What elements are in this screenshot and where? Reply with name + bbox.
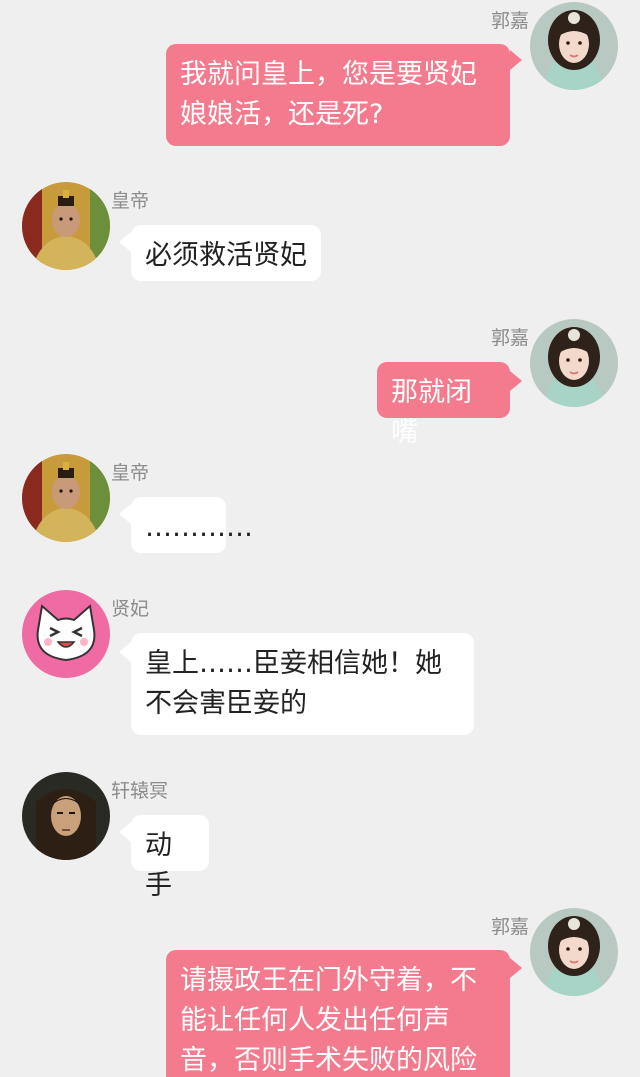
guojia-avatar[interactable] [530, 319, 618, 407]
sender-name: 郭嘉 [490, 916, 529, 938]
message-bubble[interactable]: 必须救活贤妃 [131, 225, 321, 281]
emperor-avatar[interactable] [22, 182, 110, 270]
sender-name: 贤妃 [111, 598, 150, 620]
message-text: 必须救活贤妃 [145, 240, 307, 271]
message-text: ………… [145, 512, 253, 543]
message-text: 动手 [145, 830, 172, 901]
sender-name: 郭嘉 [490, 10, 529, 32]
bubble-tail [510, 50, 522, 70]
sender-name: 轩辕冥 [111, 780, 169, 802]
bubble-tail [119, 504, 131, 524]
bubble-tail [119, 822, 131, 842]
message-bubble[interactable]: 那就闭嘴 [377, 362, 510, 448]
guojia-avatar[interactable] [530, 908, 618, 996]
message-text: 那就闭嘴 [391, 377, 472, 448]
message-bubble[interactable]: ………… [131, 497, 253, 553]
sender-name: 皇帝 [111, 190, 150, 212]
message-text: 我就问皇上，您是要贤妃娘娘活，还是死? [180, 59, 477, 130]
message-bubble[interactable]: 皇上……臣妾相信她！她不会害臣妾的 [131, 633, 474, 735]
bubble-tail [119, 642, 131, 662]
bubble-tail [510, 958, 522, 978]
bubble-tail [510, 371, 522, 391]
message-text: 皇上……臣妾相信她！她不会害臣妾的 [145, 648, 442, 719]
chat-area[interactable]: 郭嘉 我就问皇上，您是要贤妃娘娘活，还是死? 皇帝 必须救活贤妃 郭嘉 那就闭嘴… [0, 0, 640, 1077]
message-text: 请摄政王在门外守着，不能让任何人发出任何声音，否则手术失败的风险 [180, 965, 477, 1076]
xianfei-avatar[interactable] [22, 590, 110, 678]
guojia-avatar[interactable] [530, 2, 618, 90]
emperor-avatar[interactable] [22, 454, 110, 542]
sender-name: 郭嘉 [490, 327, 529, 349]
message-bubble[interactable]: 我就问皇上，您是要贤妃娘娘活，还是死? [166, 44, 510, 146]
xuanyuanming-avatar[interactable] [22, 772, 110, 860]
message-bubble[interactable]: 动手 [131, 815, 209, 901]
message-bubble[interactable]: 请摄政王在门外守着，不能让任何人发出任何声音，否则手术失败的风险 [166, 950, 510, 1077]
bubble-tail [119, 232, 131, 252]
sender-name: 皇帝 [111, 462, 150, 484]
